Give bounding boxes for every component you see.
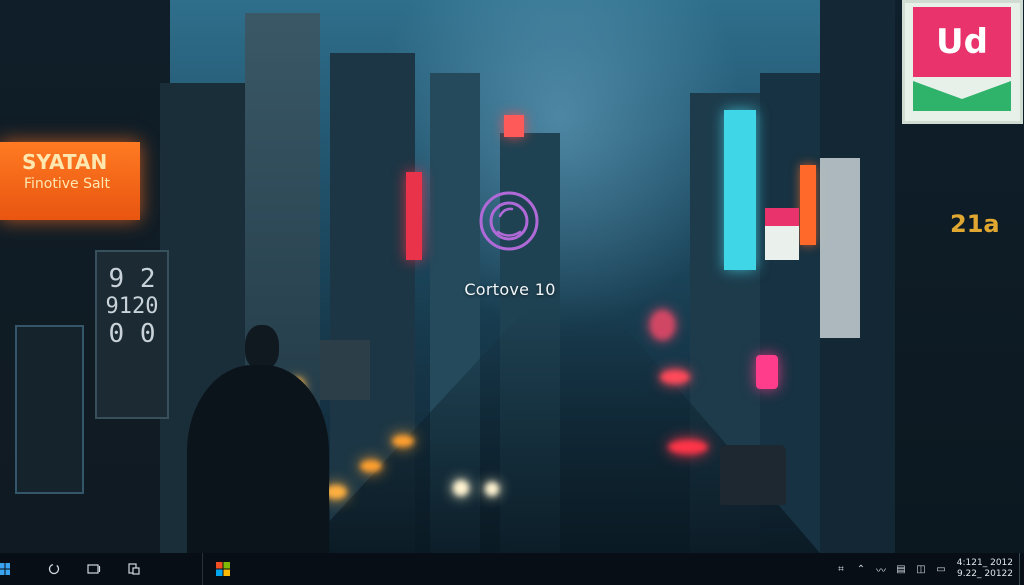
clock[interactable]: 4:121_ 2012 9.22_ 20122 — [951, 553, 1019, 585]
taskbar: ⌗ ⌃ 〰 ▤ ◫ ▭ 4:121_ 2012 9.22_ 20122 — [0, 553, 1024, 585]
volume-icon[interactable]: ◫ — [911, 553, 931, 585]
windows-app-icon — [216, 562, 230, 576]
number-sign: 9 2 9120 0 0 — [95, 250, 169, 419]
clock-time: 4:121_ 2012 — [956, 558, 1013, 568]
wifi-icon[interactable]: 〰 — [871, 553, 891, 585]
car-right — [720, 445, 786, 505]
pink-green-small-sign — [765, 208, 799, 260]
widgets-icon — [128, 563, 140, 575]
search-button[interactable] — [34, 553, 74, 585]
widgets-button[interactable] — [114, 553, 154, 585]
person-silhouette — [187, 325, 329, 553]
boot-logo-icon — [479, 191, 539, 251]
network-icon[interactable]: ⌗ — [831, 553, 851, 585]
blue-panel-sign — [15, 325, 84, 494]
system-tray: ⌗ ⌃ 〰 ▤ ◫ ▭ 4:121_ 2012 9.22_ 20122 — [831, 553, 1024, 585]
taillight-2 — [660, 370, 690, 384]
taillight-1 — [668, 440, 708, 454]
headlight-2 — [485, 482, 499, 496]
battery-icon[interactable]: ▭ — [931, 553, 951, 585]
number-sign-line2: 9120 — [105, 294, 159, 319]
windows-start-icon — [0, 563, 10, 575]
orange-sign-line1: SYATAN — [22, 150, 108, 174]
desktop-wallpaper: SYATAN Finotive Salt 9 2 9120 0 0 Ud 21a — [0, 0, 1024, 553]
search-icon — [48, 563, 60, 575]
orange-neon-sign: SYATAN Finotive Salt — [0, 142, 140, 220]
red-vertical-sign — [406, 172, 422, 260]
headlight-1 — [453, 480, 469, 496]
streetlight-2 — [360, 460, 382, 472]
taillight-3 — [650, 310, 675, 340]
number-sign-line3: 0 0 — [108, 319, 156, 349]
pink-neon-sign — [756, 355, 778, 389]
keyboard-icon[interactable]: ▤ — [891, 553, 911, 585]
orange-vertical-sign — [800, 165, 816, 245]
red-top-sign — [504, 115, 524, 137]
orange-sign-line2: Finotive Salt — [24, 176, 110, 192]
boot-title: Cortove 10 — [464, 280, 556, 299]
cyan-vertical-sign — [724, 110, 756, 270]
start-button[interactable] — [0, 553, 14, 585]
right-sign-text: 21a — [950, 210, 1000, 238]
chevron-up-icon[interactable]: ⌃ — [851, 553, 871, 585]
clock-date: 9.22_ 20122 — [956, 569, 1013, 579]
white-vertical-sign — [820, 158, 860, 338]
task-view-button[interactable] — [74, 553, 114, 585]
pinned-windows-app[interactable] — [202, 553, 243, 585]
streetlight-3 — [392, 435, 414, 447]
task-view-icon — [87, 564, 101, 574]
number-sign-line1: 9 2 — [108, 264, 156, 294]
green-pink-sign: Ud — [902, 0, 1023, 124]
right-dark-sign: 21a — [950, 210, 1005, 270]
green-sign-text: Ud — [913, 7, 1011, 77]
show-desktop-button[interactable] — [1019, 553, 1024, 585]
